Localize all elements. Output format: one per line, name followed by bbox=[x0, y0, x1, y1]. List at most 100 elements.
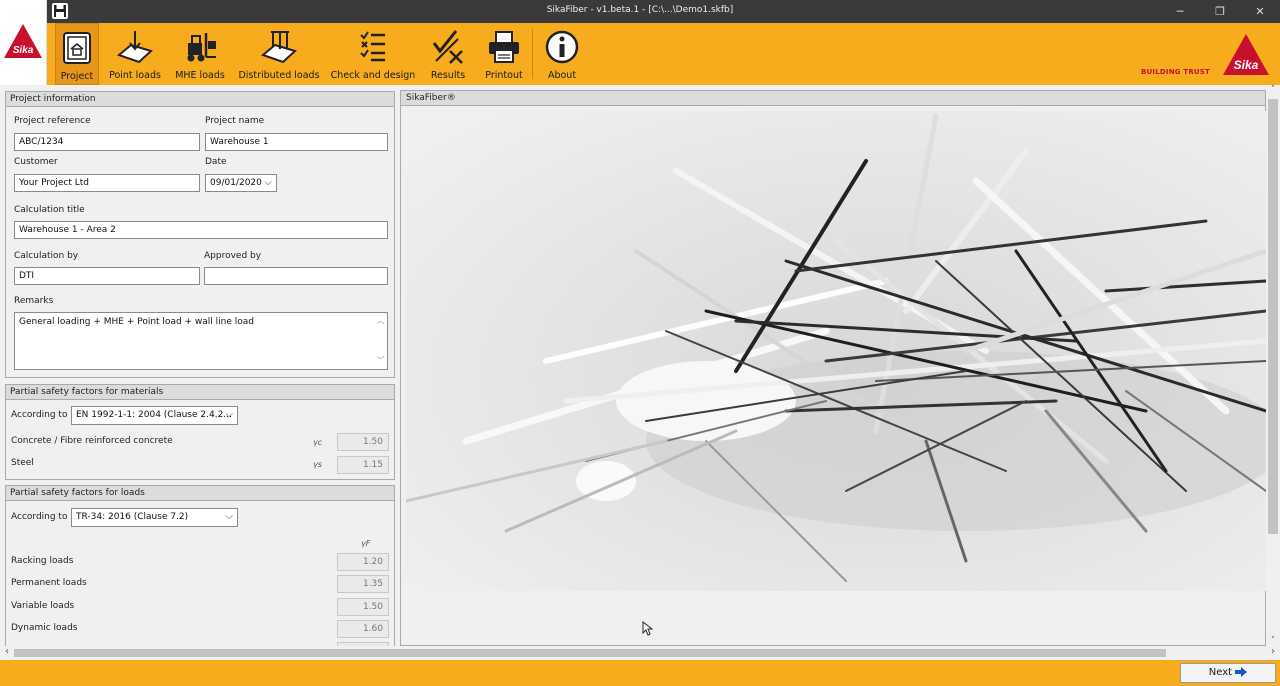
date-picker[interactable]: 09/01/2020 ⌵ bbox=[205, 174, 277, 192]
sikafiber-header: SikaFiber® bbox=[401, 91, 1265, 106]
app-logo: Sika bbox=[0, 0, 47, 85]
loads-standard-select[interactable]: TR-34: 2016 (Clause 7.2) ⌵ bbox=[71, 508, 238, 527]
svg-text:Sika: Sika bbox=[1234, 58, 1259, 72]
dynamic-loads-factor: 1.60 bbox=[337, 620, 389, 638]
approved-by-input[interactable] bbox=[204, 267, 388, 285]
project-reference-input[interactable]: ABC/1234 bbox=[14, 133, 200, 151]
sikafiber-photo bbox=[406, 111, 1266, 591]
materials-standard-select[interactable]: EN 1992-1-1: 2004 (Clause 2.4.2... ⌵ bbox=[71, 406, 238, 425]
title-bar: SikaFiber - v1.beta.1 - [C:\...\Demo1.sk… bbox=[0, 0, 1280, 23]
date-label: Date bbox=[205, 157, 227, 167]
window-title: SikaFiber - v1.beta.1 - [C:\...\Demo1.sk… bbox=[546, 5, 734, 15]
checklist-icon bbox=[360, 31, 385, 62]
customer-input[interactable]: Your Project Ltd bbox=[14, 174, 200, 192]
permanent-loads-label: Permanent loads bbox=[11, 578, 87, 588]
vertical-scroll-thumb[interactable] bbox=[1268, 99, 1278, 534]
permanent-loads-factor: 1.35 bbox=[337, 575, 389, 593]
approved-by-label: Approved by bbox=[204, 251, 262, 261]
tab-project-label: Project bbox=[60, 71, 94, 82]
tab-check-and-design[interactable]: Check and design bbox=[330, 23, 416, 85]
materials-standard-value: EN 1992-1-1: 2004 (Clause 2.4.2... bbox=[76, 410, 232, 420]
calculation-title-label: Calculation title bbox=[14, 205, 85, 215]
svg-text:Sika: Sika bbox=[13, 45, 34, 56]
chevron-down-icon[interactable]: ⌵ bbox=[264, 175, 272, 191]
materials-safety-group: Partial safety factors for materials Acc… bbox=[5, 384, 395, 480]
fiber-pile-image bbox=[406, 111, 1266, 591]
project-information-group: Project information Project reference AB… bbox=[5, 91, 395, 378]
chevron-down-icon[interactable]: ⌵ bbox=[225, 509, 233, 525]
horizontal-scrollbar[interactable]: ‹ › bbox=[0, 646, 1280, 660]
steel-factor-input: 1.15 bbox=[337, 456, 389, 474]
tab-point-loads-label: Point loads bbox=[109, 70, 161, 81]
tab-distributed-loads[interactable]: Distributed loads bbox=[235, 23, 323, 85]
next-button[interactable]: Next bbox=[1180, 663, 1276, 683]
project-name-input[interactable]: Warehouse 1 bbox=[205, 133, 388, 151]
chevron-down-icon[interactable]: ⌵ bbox=[225, 407, 233, 423]
gamma-c-symbol: γc bbox=[313, 438, 323, 447]
scroll-up-icon[interactable]: ︿ bbox=[375, 314, 386, 328]
close-button[interactable]: ✕ bbox=[1240, 0, 1280, 23]
tab-about-label: About bbox=[547, 70, 577, 81]
materials-safety-header: Partial safety factors for materials bbox=[6, 385, 394, 400]
printer-icon bbox=[489, 31, 519, 63]
project-reference-label: Project reference bbox=[14, 116, 91, 126]
restore-button[interactable]: ❐ bbox=[1200, 0, 1240, 23]
tab-distributed-loads-label: Distributed loads bbox=[238, 70, 320, 81]
dynamic-loads-label: Dynamic loads bbox=[11, 623, 78, 633]
loads-according-label: According to bbox=[11, 512, 68, 522]
scroll-down-arrow-icon[interactable]: ˅ bbox=[1266, 636, 1280, 646]
project-icon bbox=[63, 32, 91, 64]
tab-point-loads[interactable]: Point loads bbox=[103, 23, 167, 85]
customer-label: Customer bbox=[14, 157, 58, 167]
calculation-by-label: Calculation by bbox=[14, 251, 79, 261]
next-button-label: Next bbox=[1208, 667, 1233, 678]
calculation-by-input[interactable]: DTI bbox=[14, 267, 200, 285]
date-value: 09/01/2020 bbox=[210, 178, 262, 188]
tab-project[interactable]: Project bbox=[55, 23, 99, 85]
tab-mhe-loads[interactable]: MHE loads bbox=[172, 23, 228, 85]
tab-results-label: Results bbox=[430, 70, 466, 81]
mouse-cursor-icon bbox=[642, 621, 653, 636]
concrete-label: Concrete / Fibre reinforced concrete bbox=[11, 436, 173, 446]
scroll-down-icon[interactable]: ﹀ bbox=[375, 354, 386, 368]
tab-check-and-design-label: Check and design bbox=[330, 70, 416, 81]
racking-loads-factor: 1.20 bbox=[337, 553, 389, 571]
sika-brand-logo-icon: Sika bbox=[1223, 34, 1269, 75]
remarks-label: Remarks bbox=[14, 296, 54, 306]
results-icon bbox=[432, 30, 463, 64]
vertical-scrollbar[interactable]: ˄ ˅ bbox=[1266, 85, 1280, 646]
concrete-factor-input: 1.50 bbox=[337, 433, 389, 451]
ribbon-toolbar: Sika Project Point loads MHE loads Distr… bbox=[0, 0, 1280, 85]
tab-printout[interactable]: Printout bbox=[480, 23, 528, 85]
minimize-button[interactable]: ─ bbox=[1160, 0, 1200, 23]
steel-label: Steel bbox=[11, 458, 34, 468]
gamma-f-symbol: γF bbox=[361, 539, 371, 548]
calculation-title-input[interactable]: Warehouse 1 - Area 2 bbox=[14, 221, 388, 239]
gamma-s-symbol: γs bbox=[313, 460, 322, 469]
horizontal-scroll-thumb[interactable] bbox=[14, 649, 1166, 657]
bottom-bar: Next bbox=[0, 660, 1280, 686]
scroll-up-arrow-icon[interactable]: ˄ bbox=[1266, 85, 1280, 95]
distributed-loads-icon bbox=[261, 31, 297, 64]
racking-loads-label: Racking loads bbox=[11, 556, 74, 566]
project-information-header: Project information bbox=[6, 92, 394, 107]
materials-according-label: According to bbox=[11, 410, 68, 420]
sika-logo-icon: Sika bbox=[4, 24, 42, 58]
tab-results[interactable]: Results bbox=[424, 23, 472, 85]
right-panel: SikaFiber® bbox=[400, 90, 1266, 646]
forklift-icon bbox=[187, 33, 216, 62]
variable-loads-label: Variable loads bbox=[11, 601, 75, 611]
tab-printout-label: Printout bbox=[485, 70, 523, 81]
building-trust-text: BUILDING TRUST bbox=[1141, 68, 1211, 76]
left-panel: Project information Project reference AB… bbox=[0, 85, 400, 647]
scroll-left-arrow-icon[interactable]: ‹ bbox=[0, 646, 14, 657]
remarks-scrollbar[interactable]: ︿ ﹀ bbox=[375, 314, 386, 368]
remarks-textarea[interactable]: General loading + MHE + Point load + wal… bbox=[14, 312, 388, 370]
loads-safety-header: Partial safety factors for loads bbox=[6, 486, 394, 501]
loads-standard-value: TR-34: 2016 (Clause 7.2) bbox=[76, 512, 189, 522]
tab-mhe-loads-label: MHE loads bbox=[175, 70, 225, 81]
scroll-right-arrow-icon[interactable]: › bbox=[1266, 646, 1280, 657]
info-icon bbox=[545, 30, 579, 64]
tab-about[interactable]: About bbox=[540, 23, 584, 85]
variable-loads-factor: 1.50 bbox=[337, 598, 389, 616]
